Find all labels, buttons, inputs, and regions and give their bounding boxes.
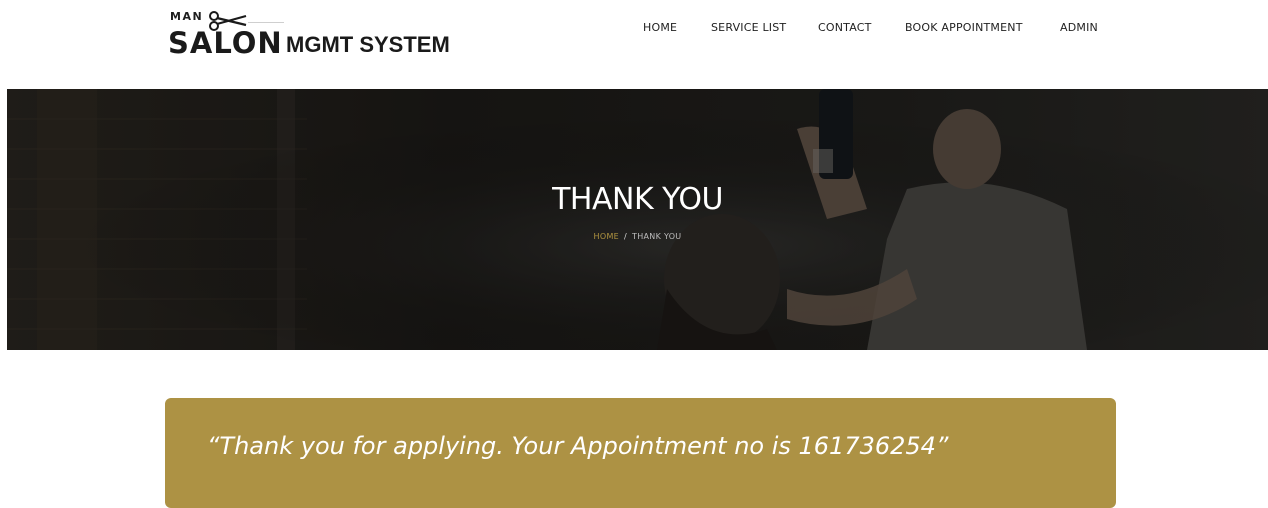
page-banner: THANK YOU HOME / THANK YOU: [7, 89, 1268, 350]
confirmation-message-text: “Thank you for applying. Your Appointmen…: [207, 432, 949, 460]
logo-man-text: MAN: [170, 10, 204, 23]
nav-home[interactable]: HOME: [643, 21, 677, 34]
nav-admin[interactable]: ADMIN: [1060, 21, 1098, 34]
site-header: MAN SALON MGMT SYSTEM HOME SERVICE LIST …: [0, 0, 1268, 88]
breadcrumb-separator: /: [624, 232, 628, 241]
nav-book-appointment[interactable]: BOOK APPOINTMENT: [905, 21, 1023, 34]
logo-salon-text: SALON: [168, 26, 283, 60]
logo-divider: [248, 22, 284, 23]
page-title: THANK YOU: [552, 182, 723, 217]
banner-background-image: [7, 89, 1268, 350]
confirmation-message-box: “Thank you for applying. Your Appointmen…: [165, 398, 1116, 508]
site-logo[interactable]: MAN SALON MGMT SYSTEM: [168, 8, 488, 68]
breadcrumb: HOME / THANK YOU: [7, 232, 1268, 241]
logo-mgmt-text: MGMT SYSTEM: [286, 32, 450, 57]
breadcrumb-current: THANK YOU: [632, 232, 682, 241]
breadcrumb-home-link[interactable]: HOME: [594, 232, 619, 241]
nav-contact[interactable]: CONTACT: [818, 21, 872, 34]
nav-service-list[interactable]: SERVICE LIST: [711, 21, 786, 34]
